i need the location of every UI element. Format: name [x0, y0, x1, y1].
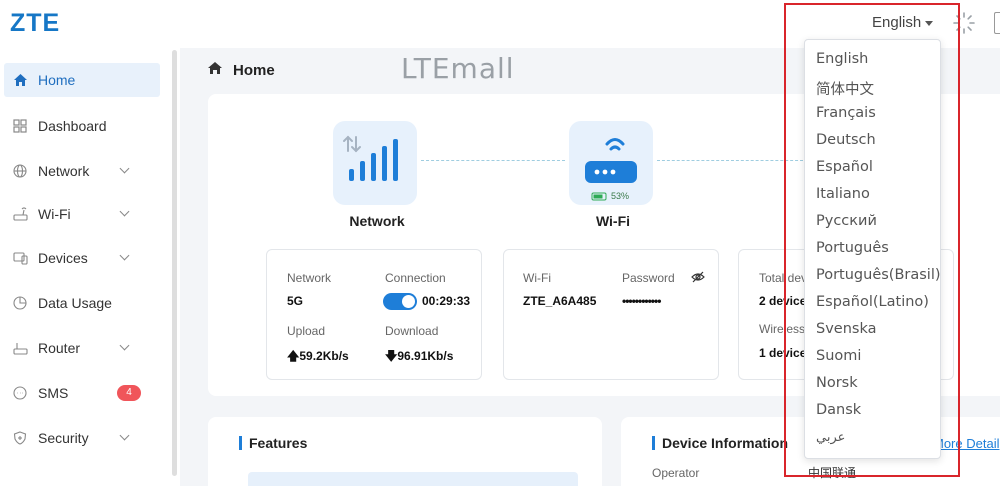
features-title: Features [239, 436, 307, 450]
wireless-devices-value: 1 device [759, 346, 807, 360]
password-label: Password [622, 271, 675, 285]
network-tile-label: Network [349, 213, 405, 229]
wifi-tile[interactable]: 53% [569, 121, 653, 205]
wifi-tile-label: Wi-Fi [595, 213, 631, 229]
language-selector-label: English [872, 14, 922, 31]
page-title: Home [233, 61, 275, 79]
sidebar-item-label: Home [38, 72, 76, 88]
language-option-german[interactable]: Deutsch [816, 132, 876, 148]
wifi-info-box [503, 249, 719, 380]
chevron-down-icon [119, 163, 130, 174]
sidebar-item-label: SMS [38, 385, 69, 401]
sidebar-item-router[interactable]: Router [4, 331, 160, 365]
connector-line [421, 160, 565, 161]
language-option-finnish[interactable]: Suomi [816, 348, 861, 364]
password-value: •••••••••••• [622, 294, 661, 308]
language-option-french[interactable]: Français [816, 105, 876, 121]
network-tile[interactable] [333, 121, 417, 205]
signal-bars-icon [343, 135, 398, 181]
language-option-english[interactable]: English [816, 51, 868, 67]
connector-line [657, 160, 803, 161]
sidebar-item-sms[interactable]: SMS 4 [4, 376, 160, 410]
device-info-title: Device Information [652, 436, 788, 450]
watermark-text: LTEmall [401, 52, 515, 85]
language-option-simplified-chinese[interactable]: 简体中文 [816, 78, 874, 99]
wifi-ssid-value: ZTE_A6A485 [523, 294, 597, 308]
home-icon [207, 61, 223, 79]
sidebar-item-data-usage[interactable]: Data Usage [4, 286, 160, 320]
sidebar-item-label: Wi-Fi [38, 206, 71, 222]
connection-toggle[interactable] [383, 293, 417, 310]
sms-count-badge: 4 [117, 385, 141, 401]
language-option-portuguese[interactable]: Português [816, 240, 889, 256]
language-option-portuguese-brazil[interactable]: Português(Brasil) [816, 267, 941, 283]
eye-hidden-icon[interactable] [691, 271, 705, 283]
chat-bubble-icon [12, 385, 28, 401]
sidebar-item-devices[interactable]: Devices [4, 241, 160, 275]
router-wifi-icon [12, 206, 28, 222]
language-option-italian[interactable]: Italiano [816, 186, 870, 202]
home-icon [12, 72, 28, 88]
chevron-down-icon [119, 340, 130, 351]
wifi-label: Wi-Fi [523, 271, 551, 285]
download-label: Download [385, 324, 439, 338]
language-option-norwegian[interactable]: Norsk [816, 375, 858, 391]
devices-icon [12, 250, 28, 266]
operator-label: Operator [652, 466, 700, 480]
connection-time-value: 00:29:33 [422, 294, 471, 308]
zte-logo[interactable]: ZTE [10, 9, 60, 38]
router-icon [12, 340, 28, 356]
logout-icon[interactable] [994, 12, 1000, 34]
language-option-swedish[interactable]: Svenska [816, 321, 876, 337]
upload-label: Upload [287, 324, 326, 338]
sidebar-scrollbar[interactable] [172, 50, 177, 476]
sidebar-item-dashboard[interactable]: Dashboard [4, 109, 160, 143]
download-speed: 🡇96.91Kb/s [385, 347, 453, 368]
total-devices-value: 2 device [759, 294, 807, 308]
download-speed-value: 96.91Kb/s [397, 349, 454, 363]
sidebar-item-network[interactable]: Network [4, 154, 160, 188]
chevron-down-icon [119, 430, 130, 441]
operator-value: 中国联通 [808, 466, 857, 480]
chevron-down-icon [119, 206, 130, 217]
upload-speed: 🡅59.2Kb/s [287, 347, 349, 368]
globe-icon [12, 163, 28, 179]
language-option-danish[interactable]: Dansk [816, 402, 861, 418]
total-devices-label: Total dev [759, 271, 808, 285]
wireless-devices-label: Wireless [759, 322, 806, 336]
loading-spinner-icon [953, 12, 975, 34]
upload-arrow-icon: 🡅 [287, 349, 300, 363]
pie-chart-icon [12, 295, 28, 311]
feature-item[interactable] [248, 472, 578, 486]
shield-icon [12, 430, 28, 446]
caret-down-icon [925, 20, 934, 26]
sidebar-item-home[interactable]: Home [4, 63, 160, 97]
language-selector[interactable]: English [872, 14, 934, 31]
sidebar-item-label: Router [38, 340, 81, 356]
sidebar-item-label: Security [38, 430, 89, 446]
language-option-russian[interactable]: Русский [816, 213, 877, 229]
sidebar-item-label: Devices [38, 250, 88, 266]
language-option-spanish-latino[interactable]: Español(Latino) [816, 294, 929, 310]
sidebar-item-security[interactable]: Security [4, 421, 160, 455]
sidebar-item-label: Data Usage [38, 295, 112, 311]
download-arrow-icon: 🡇 [385, 349, 398, 363]
language-option-arabic[interactable]: عربي [816, 430, 845, 445]
battery-percent: 53% [611, 191, 630, 201]
sidebar-item-wifi[interactable]: Wi-Fi [4, 197, 160, 231]
upload-speed-value: 59.2Kb/s [299, 349, 349, 363]
sidebar-item-label: Network [38, 163, 90, 179]
network-label: Network [287, 271, 332, 285]
network-type-value: 5G [287, 294, 304, 308]
more-detail-link[interactable]: More Detail [933, 436, 999, 451]
chevron-down-icon [119, 250, 130, 261]
breadcrumb: Home [207, 61, 275, 79]
language-option-spanish[interactable]: Español [816, 159, 873, 175]
connection-label: Connection [385, 271, 446, 285]
language-dropdown: English 简体中文 Français Deutsch Español It… [804, 39, 941, 459]
dashboard-icon [12, 118, 28, 134]
sidebar-item-label: Dashboard [38, 118, 107, 134]
